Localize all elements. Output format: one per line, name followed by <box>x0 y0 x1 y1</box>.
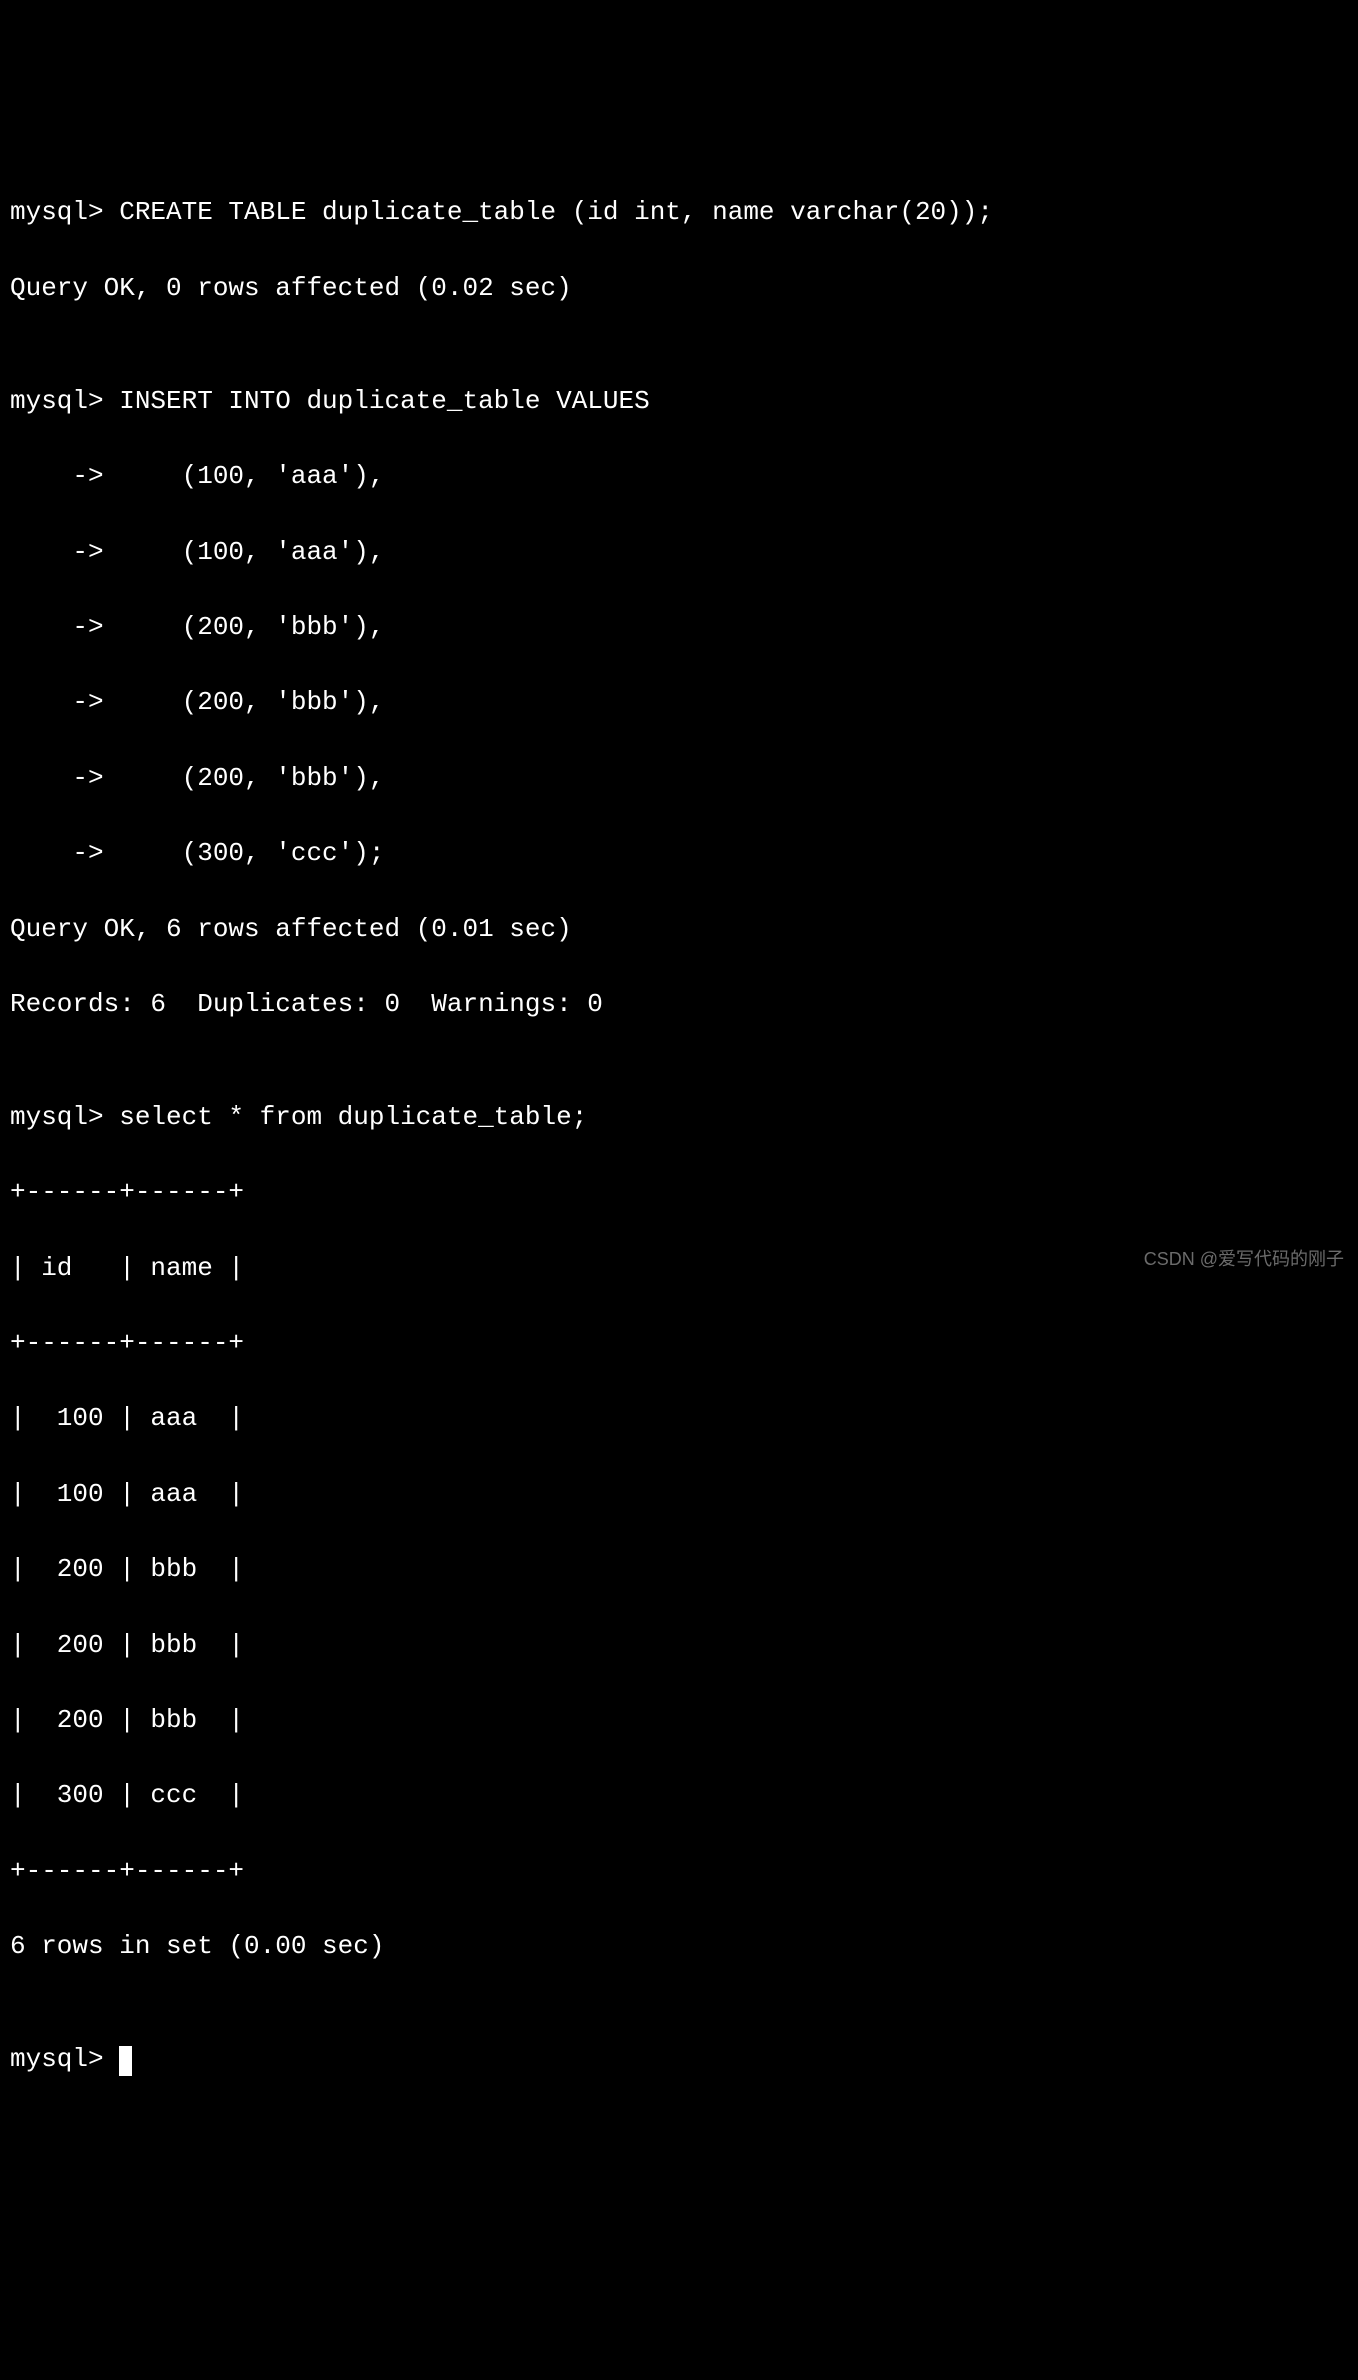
csdn-watermark: CSDN @爱写代码的刚子 <box>1144 1246 1344 1272</box>
query-records-msg: Records: 6 Duplicates: 0 Warnings: 0 <box>10 986 1348 1024</box>
sql-insert-values: -> (200, 'bbb'), <box>10 760 1348 798</box>
sql-insert-values: -> (100, 'aaa'), <box>10 534 1348 572</box>
terminal-output[interactable]: mysql> CREATE TABLE duplicate_table (id … <box>10 157 1348 2117</box>
query-result-msg: Query OK, 6 rows affected (0.01 sec) <box>10 911 1348 949</box>
sql-insert-values: -> (200, 'bbb'), <box>10 684 1348 722</box>
table-row: | 200 | bbb | <box>10 1551 1348 1589</box>
rows-in-set-msg: 6 rows in set (0.00 sec) <box>10 1928 1348 1966</box>
prompt-text: mysql> <box>10 2044 119 2074</box>
mysql-prompt-active[interactable]: mysql> <box>10 2041 1348 2079</box>
table-row: | 300 | ccc | <box>10 1777 1348 1815</box>
table-border: +------+------+ <box>10 1174 1348 1212</box>
table-border: +------+------+ <box>10 1325 1348 1363</box>
table-row: | 100 | aaa | <box>10 1476 1348 1514</box>
sql-insert-values: -> (200, 'bbb'), <box>10 609 1348 647</box>
table-row: | 200 | bbb | <box>10 1627 1348 1665</box>
table-border: +------+------+ <box>10 1853 1348 1891</box>
sql-select-statement: mysql> select * from duplicate_table; <box>10 1099 1348 1137</box>
sql-create-statement: mysql> CREATE TABLE duplicate_table (id … <box>10 194 1348 232</box>
table-row: | 100 | aaa | <box>10 1400 1348 1438</box>
cursor-icon <box>119 2046 132 2076</box>
sql-insert-values: -> (100, 'aaa'), <box>10 458 1348 496</box>
table-row: | 200 | bbb | <box>10 1702 1348 1740</box>
sql-insert-values: -> (300, 'ccc'); <box>10 835 1348 873</box>
sql-insert-statement: mysql> INSERT INTO duplicate_table VALUE… <box>10 383 1348 421</box>
query-result-msg: Query OK, 0 rows affected (0.02 sec) <box>10 270 1348 308</box>
